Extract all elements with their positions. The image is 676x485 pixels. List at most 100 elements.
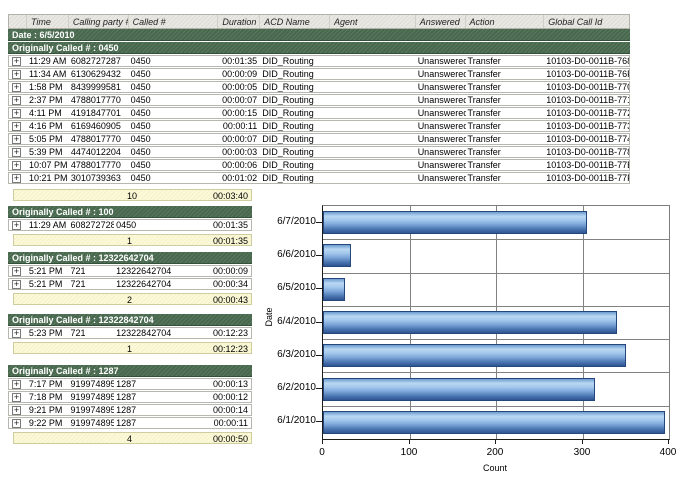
y-tick-label: 6/4/2010 (270, 316, 316, 328)
chart-bar-6-7-2010 (323, 211, 587, 234)
cell-acd: DID_Routing (260, 160, 330, 170)
cell-acd: DID_Routing (260, 134, 330, 144)
group-total-duration: 00:12:23 (213, 344, 248, 354)
expand-row-button[interactable]: + (12, 406, 21, 415)
call-row: +9:22 PM9199748952128700:00:11 (8, 417, 252, 429)
expand-cell: + (9, 122, 27, 131)
cell-calling: 6169460905 (69, 121, 129, 131)
call-row: +11:29 AM6082727287045000:01:35DID_Routi… (8, 55, 630, 67)
cell-calling: 721 (69, 328, 115, 338)
group-summary-row: 1 00:12:23 (13, 342, 252, 354)
expand-cell: + (9, 96, 27, 105)
cell-action: Transfer (466, 121, 545, 131)
group-total-duration: 00:00:50 (213, 434, 248, 444)
cell-called: 1287 (114, 379, 209, 389)
cell-duration: 00:00:06 (218, 160, 260, 170)
cell-called: 12322642704 (114, 266, 209, 276)
call-row: +10:07 PM4788017770045000:00:06DID_Routi… (8, 159, 630, 171)
expand-column-header (9, 15, 27, 28)
column-header-acd-name: ACD Name (260, 15, 330, 28)
expand-cell: + (9, 267, 27, 276)
call-group-section: Originally Called # : 12322842704 +5:23 … (8, 314, 252, 354)
cell-duration: 00:00:09 (218, 69, 260, 79)
expand-row-button[interactable]: + (12, 380, 21, 389)
call-row: +5:21 PM7211232264270400:00:09 (8, 265, 252, 277)
cell-duration: 00:00:12 (209, 392, 251, 402)
x-tick-label: 200 (475, 447, 515, 459)
expand-row-button[interactable]: + (12, 83, 21, 92)
cell-duration: 00:00:09 (209, 266, 251, 276)
cell-calling: 3010739363 (69, 173, 129, 183)
group-total-duration: 00:03:40 (213, 191, 248, 201)
group-summary-row: 1 00:01:35 (13, 234, 252, 246)
cell-calling: 9199748952 (69, 379, 115, 389)
expand-row-button[interactable]: + (12, 96, 21, 105)
expand-row-button[interactable]: + (12, 148, 21, 157)
cell-gcid: 10103-D0-0011B-770 (544, 82, 629, 92)
cell-calling: 6130629432 (69, 69, 129, 79)
cell-acd: DID_Routing (260, 147, 330, 157)
cell-answered: Unanswered (416, 95, 466, 105)
expand-cell: + (9, 135, 27, 144)
cell-answered: Unanswered (416, 82, 466, 92)
cell-called: 0450 (129, 56, 219, 66)
y-tick-label: 6/5/2010 (270, 282, 316, 294)
chart-bar-6-1-2010 (323, 411, 665, 434)
expand-cell: + (9, 174, 27, 183)
cell-called: 1287 (114, 392, 209, 402)
call-row: +7:17 PM9199748952128700:00:13 (8, 378, 252, 390)
cell-acd: DID_Routing (260, 82, 330, 92)
call-group-section: Originally Called # : 1287 +7:17 PM91997… (8, 365, 252, 444)
group-call-count: 10 (127, 191, 137, 201)
y-tick-mark (316, 288, 322, 289)
y-tick-mark (316, 322, 322, 323)
cell-action: Transfer (466, 160, 545, 170)
expand-row-button[interactable]: + (12, 70, 21, 79)
expand-row-button[interactable]: + (12, 57, 21, 66)
call-row: +11:34 AM6130629432045000:00:09DID_Routi… (8, 68, 630, 80)
group-header: Originally Called # : 12322842704 (8, 314, 252, 326)
expand-row-button[interactable]: + (12, 267, 21, 276)
group-summary-row: 10 00:03:40 (13, 189, 252, 201)
expand-cell: + (9, 109, 27, 118)
cell-time: 10:07 PM (27, 160, 69, 170)
expand-cell: + (9, 83, 27, 92)
expand-row-button[interactable]: + (12, 221, 21, 230)
cell-duration: 00:00:11 (209, 418, 251, 428)
y-tick-label: 6/2/2010 (270, 382, 316, 394)
cell-called: 0450 (129, 134, 219, 144)
expand-row-button[interactable]: + (12, 329, 21, 338)
cell-answered: Unanswered (416, 108, 466, 118)
expand-row-button[interactable]: + (12, 109, 21, 118)
cell-time: 7:18 PM (27, 392, 69, 402)
cell-called: 0450 (129, 82, 219, 92)
expand-row-button[interactable]: + (12, 419, 21, 428)
cell-calling: 4788017770 (69, 95, 129, 105)
cell-time: 5:05 PM (27, 134, 69, 144)
column-header-time: Time (27, 15, 69, 28)
expand-row-button[interactable]: + (12, 161, 21, 170)
call-row: +11:29 AM6082727287045000:01:35 (8, 219, 252, 231)
cell-action: Transfer (466, 147, 545, 157)
cell-calling: 6082727287 (69, 56, 129, 66)
cell-acd: DID_Routing (260, 121, 330, 131)
expand-row-button[interactable]: + (12, 122, 21, 131)
call-row: +9:21 PM9199748952128700:00:14 (8, 404, 252, 416)
cell-duration: 00:00:05 (218, 82, 260, 92)
x-tick-label: 0 (302, 447, 342, 459)
cell-duration: 00:12:23 (209, 328, 251, 338)
expand-row-button[interactable]: + (12, 174, 21, 183)
cell-gcid: 10103-D0-0011B-77F (544, 173, 629, 183)
cell-gcid: 10103-D0-0011B-772 (544, 108, 629, 118)
cell-called: 0450 (129, 69, 219, 79)
call-group-section: Originally Called # : 12322642704 +5:21 … (8, 252, 252, 305)
cell-answered: Unanswered (416, 134, 466, 144)
expand-cell: + (9, 70, 27, 79)
cell-gcid: 10103-D0-0011B-774 (544, 134, 629, 144)
cell-action: Transfer (466, 56, 545, 66)
expand-row-button[interactable]: + (12, 280, 21, 289)
cell-called: 0450 (129, 121, 219, 131)
expand-row-button[interactable]: + (12, 135, 21, 144)
expand-cell: + (9, 148, 27, 157)
expand-row-button[interactable]: + (12, 393, 21, 402)
